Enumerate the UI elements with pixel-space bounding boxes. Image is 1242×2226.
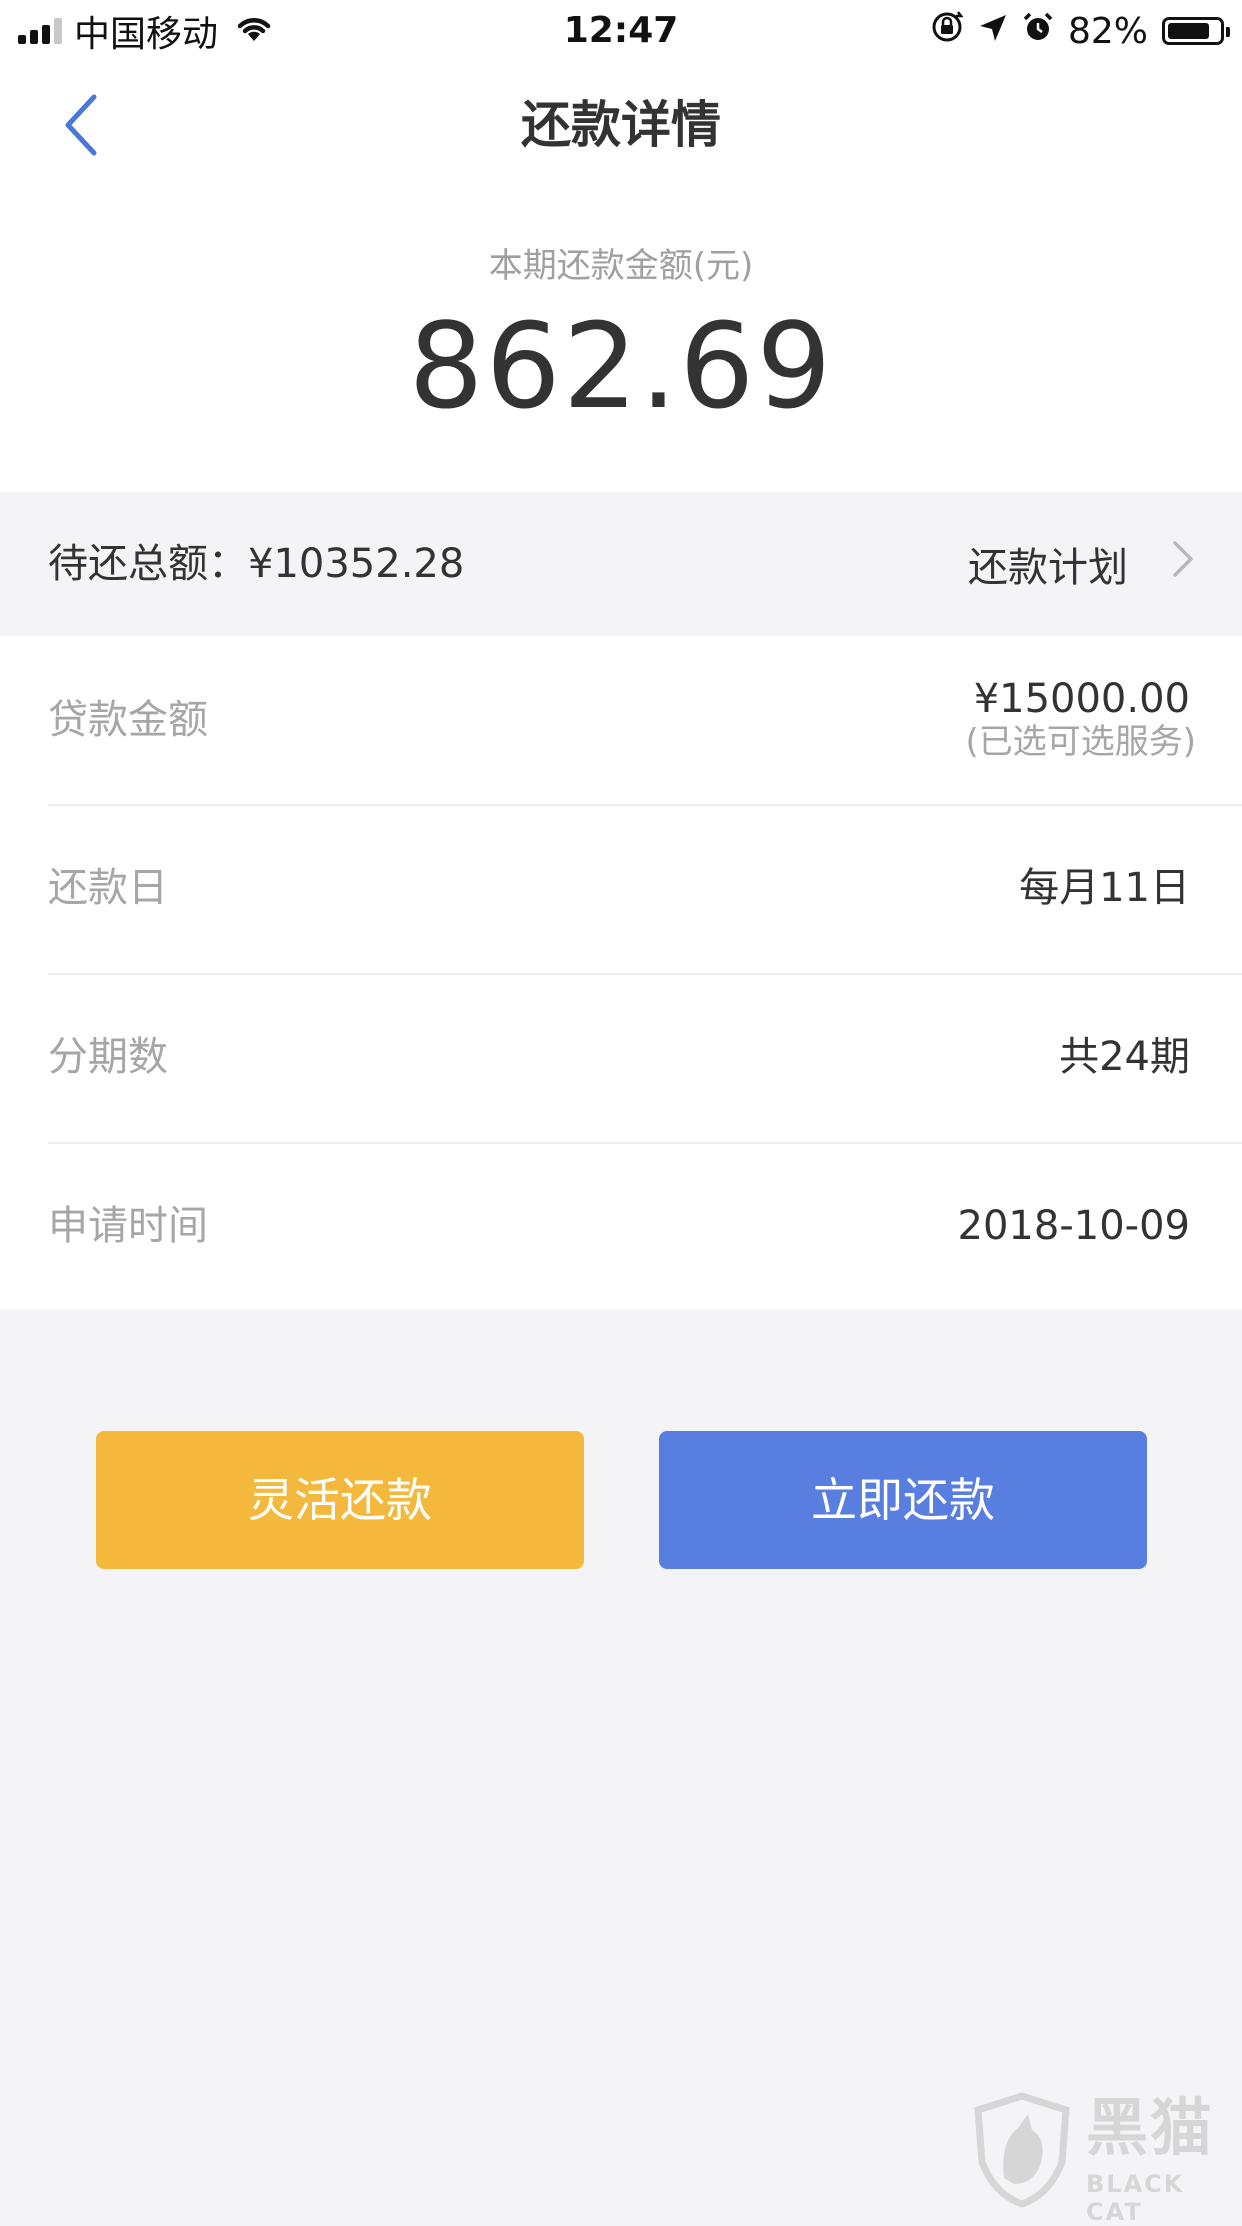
amount-value: 862.69 [408, 297, 834, 435]
detail-row-loan-amount: 贷款金额 ¥15000.00 (已选可选服务) [0, 636, 1242, 804]
details-list: 贷款金额 ¥15000.00 (已选可选服务) 还款日 每月11日 分期数 共2… [0, 636, 1242, 1310]
detail-value: 共24期 [1059, 1034, 1190, 1080]
nav-bar: 还款详情 [0, 62, 1242, 188]
battery-percent: 82% [1067, 10, 1148, 52]
detail-label: 申请时间 [48, 1203, 208, 1249]
detail-row-installments: 分期数 共24期 [0, 973, 1242, 1141]
cat-shield-icon [974, 2092, 1070, 2208]
detail-value: ¥15000.00 (已选可选服务) [965, 676, 1196, 762]
orientation-lock-icon [930, 10, 964, 53]
battery-fill [1168, 23, 1209, 39]
watermark-title: 黑猫 [1086, 2091, 1215, 2164]
loan-amount-value: ¥15000.00 [973, 676, 1190, 722]
location-icon [978, 11, 1008, 52]
detail-label: 还款日 [48, 865, 168, 911]
watermark-subtitle: BLACK CAT [1086, 2170, 1185, 2226]
page-title: 还款详情 [521, 96, 721, 154]
alarm-icon [1022, 11, 1054, 52]
detail-value: 2018-10-09 [957, 1203, 1190, 1249]
loan-amount-note: (已选可选服务) [965, 722, 1196, 762]
repayment-plan-link[interactable]: 还款计划 [968, 492, 1194, 636]
repayment-plan-label: 还款计划 [968, 545, 1128, 591]
summary-bar: 待还总额：¥10352.28 还款计划 [0, 492, 1242, 636]
detail-value: 每月11日 [1019, 865, 1190, 911]
watermark: 黑猫 BLACK CAT [970, 2091, 1242, 2226]
pending-total: 待还总额：¥10352.28 [48, 541, 465, 587]
amount-label: 本期还款金额(元) [488, 246, 754, 286]
flexible-repayment-button[interactable]: 灵活还款 [96, 1431, 584, 1569]
detail-label: 分期数 [48, 1034, 168, 1080]
pay-now-button[interactable]: 立即还款 [659, 1431, 1147, 1569]
detail-row-application-date: 申请时间 2018-10-09 [0, 1142, 1242, 1310]
battery-icon [1162, 17, 1230, 45]
detail-row-repayment-day: 还款日 每月11日 [0, 804, 1242, 972]
status-bar: 中国移动 12:47 82% [0, 0, 1242, 62]
status-right: 82% [930, 8, 1230, 54]
chevron-right-icon [1172, 540, 1194, 588]
detail-label: 贷款金额 [48, 697, 208, 743]
